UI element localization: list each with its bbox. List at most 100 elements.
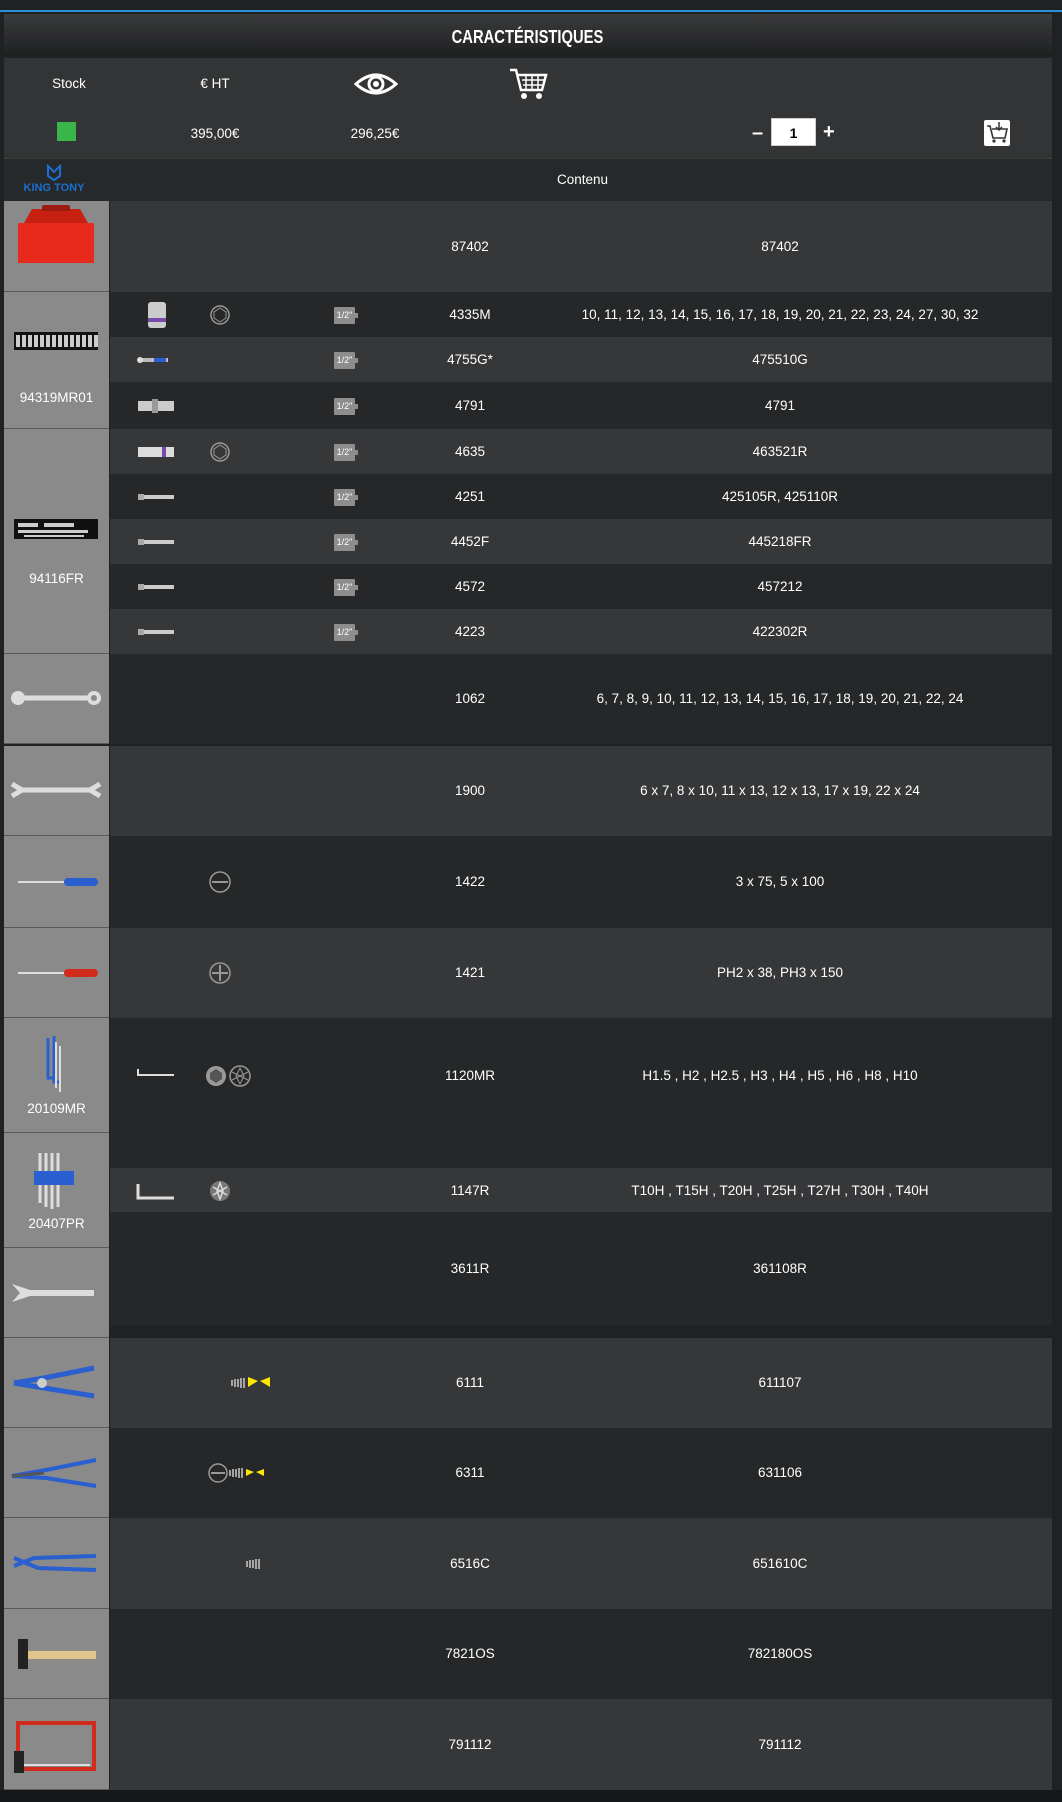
kit-thumbnail[interactable]	[4, 201, 109, 292]
item-code: 4635	[454, 443, 486, 459]
table-row[interactable]: 6311 631106	[110, 1428, 1052, 1518]
kit-thumbnail[interactable]	[4, 836, 109, 928]
table-row[interactable]: 6111 611107	[110, 1338, 1052, 1428]
table-row[interactable]: 1062 6, 7, 8, 9, 10, 11, 12, 13, 14, 15, …	[110, 654, 1052, 744]
tool-icon	[138, 583, 174, 590]
eye-icon[interactable]	[354, 70, 398, 98]
increment-button[interactable]: +	[823, 122, 835, 142]
decrement-button[interactable]: –	[752, 123, 763, 143]
table-row[interactable]: 791112 791112	[110, 1699, 1052, 1790]
kit-thumbnail[interactable]	[4, 1609, 109, 1699]
item-code: 791112	[448, 1736, 492, 1752]
kit-label: 94319MR01	[19, 390, 94, 405]
drive-size-icon: 1/2"	[334, 578, 358, 596]
item-content: PH2 x 38, PH3 x 150	[716, 965, 844, 980]
kit-thumbnail[interactable]: 94319MR01	[4, 292, 109, 429]
hex-socket-icon	[210, 441, 230, 462]
kit-thumbnail[interactable]	[4, 1338, 109, 1428]
kit-thumbnail[interactable]	[4, 1248, 109, 1338]
item-content: 10, 11, 12, 13, 14, 15, 16, 17, 18, 19, …	[581, 306, 979, 322]
item-code: 87402	[451, 238, 489, 254]
item-content: 87402	[761, 238, 799, 254]
kit-thumbnail[interactable]	[4, 1428, 109, 1518]
kit-label: 94116FR	[29, 571, 84, 586]
slotted-tip-icon	[209, 871, 231, 893]
table-row[interactable]: 4223 422302R 1/2"	[110, 609, 1052, 654]
kit-label: 20109MR	[27, 1101, 86, 1116]
hex-socket-icon	[210, 304, 230, 325]
item-code: 1062	[454, 691, 486, 706]
drive-size-icon: 1/2"	[334, 443, 358, 461]
tool-icon	[137, 356, 168, 363]
case-icon	[18, 205, 94, 263]
page-bottom	[0, 1790, 1062, 1802]
kit-thumbnail[interactable]	[4, 746, 109, 836]
hammer-icon	[18, 1639, 96, 1669]
table-row[interactable]: 1147R T10H , T15H , T20H , T25H , T27H , …	[110, 1168, 1052, 1213]
table-row[interactable]: 4755G* 475510G 1/2"	[110, 337, 1052, 382]
drive-size-icon: 1/2"	[334, 351, 358, 369]
cart-icon[interactable]	[508, 66, 548, 102]
screwdriver-red-icon	[18, 969, 98, 977]
item-content: 361108R	[753, 1261, 807, 1276]
hex-torx-icon	[206, 1064, 251, 1087]
tool-icon	[148, 301, 166, 328]
item-code: 7821OS	[445, 1646, 495, 1661]
item-code: 3611R	[450, 1261, 490, 1276]
kit-thumbnail[interactable]	[4, 1699, 109, 1790]
item-content: 631106	[757, 1465, 803, 1480]
table-row[interactable]: 6516C 651610C	[110, 1518, 1052, 1609]
item-content: 445218FR	[748, 533, 812, 549]
table-row[interactable]: 4335M 10, 11, 12, 13, 14, 15, 16, 17, 18,…	[110, 292, 1052, 337]
kit-thumbnail[interactable]	[4, 928, 109, 1018]
tool-icon	[138, 446, 174, 457]
svg-text:KING TONY: KING TONY	[24, 182, 84, 194]
add-to-cart-icon[interactable]	[984, 120, 1010, 146]
kit-thumbnail[interactable]: 20109MR	[4, 1018, 109, 1133]
kit-label: 20407PR	[28, 1216, 85, 1231]
tool-icon	[138, 538, 174, 545]
kit-thumbnail[interactable]: 94116FR	[4, 429, 109, 654]
table-row[interactable]: 87402 87402	[110, 201, 1052, 292]
serrated-jaw-icon	[246, 1558, 260, 1569]
table-row[interactable]: 1120MR H1.5 , H2 , H2.5 , H3 , H4 , H5 , …	[110, 1018, 1052, 1133]
screwdriver-icon	[18, 878, 98, 886]
phillips-tip-icon	[209, 962, 231, 984]
table-row[interactable]: 1900 6 x 7, 8 x 10, 11 x 13, 12 x 13, 17 …	[110, 746, 1052, 836]
hacksaw-icon	[14, 1721, 96, 1773]
wrench-icon	[10, 781, 102, 799]
item-content: 463521R	[752, 443, 808, 459]
table-row[interactable]: 1422 3 x 75, 5 x 100	[110, 836, 1052, 928]
table-row[interactable]: 1421 PH2 x 38, PH3 x 150	[110, 928, 1052, 1018]
quantity-input[interactable]: 1	[771, 118, 816, 146]
torx-tip-icon	[210, 1180, 230, 1201]
spanner-icon	[11, 691, 101, 705]
item-content: 422302R	[752, 623, 808, 639]
kit-thumbnail[interactable]	[4, 654, 109, 744]
item-code: 1422	[454, 874, 486, 889]
section-title: CARACTÉRISTIQUES	[4, 14, 1052, 56]
item-content: 611107	[758, 1375, 802, 1390]
price-label: € HT	[200, 76, 230, 91]
table-row[interactable]: 4452F 445218FR 1/2"	[110, 519, 1052, 564]
table-row[interactable]: 3611R 361108R	[110, 1212, 1052, 1326]
table-row[interactable]: 4791 4791 1/2"	[110, 382, 1052, 429]
item-content: 3 x 75, 5 x 100	[735, 874, 825, 889]
item-code: 4791	[454, 397, 486, 413]
table-row[interactable]: 4251 425105R, 425110R 1/2"	[110, 474, 1052, 519]
kit-thumbnail[interactable]	[4, 1518, 109, 1609]
waterpump-icon	[13, 1554, 97, 1572]
table-row[interactable]: 4572 457212 1/2"	[110, 564, 1052, 609]
table-row[interactable]: 7821OS 782180OS	[110, 1609, 1052, 1699]
stock-indicator	[57, 122, 76, 141]
slot-jaw-cutter-icon	[208, 1463, 264, 1483]
item-code: 4335M	[449, 306, 491, 322]
kit-thumbnail[interactable]: 20407PR	[4, 1133, 109, 1248]
item-code: 1147R	[450, 1182, 490, 1198]
table-row[interactable]: 4635 463521R 1/2"	[110, 429, 1052, 474]
item-content: 475510G	[752, 351, 808, 367]
item-content: 457212	[757, 578, 803, 594]
adjustable-icon	[12, 1284, 94, 1302]
item-code: 4251	[454, 488, 486, 504]
item-content: 6, 7, 8, 9, 10, 11, 12, 13, 14, 15, 16, …	[596, 691, 964, 706]
